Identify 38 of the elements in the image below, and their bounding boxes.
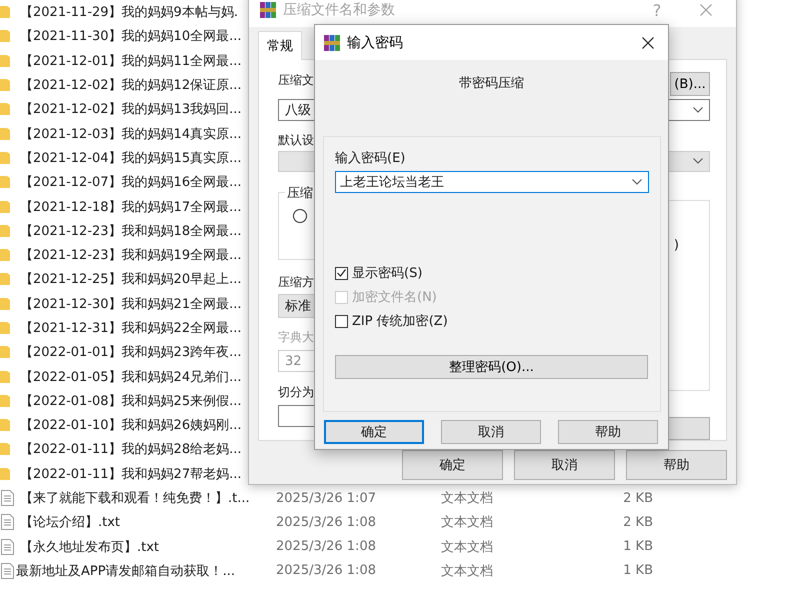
- option-label: ): [674, 238, 679, 253]
- dialog-button[interactable]: 帮助: [558, 420, 658, 444]
- field-label: 压缩方: [278, 274, 314, 291]
- field-label: 压缩文: [278, 72, 314, 89]
- field-label: 输入密码(E): [335, 150, 406, 167]
- dialog-button[interactable]: 帮助: [626, 450, 727, 480]
- field-label: 默认设: [278, 132, 314, 148]
- dialog-button[interactable]: 确定: [402, 450, 503, 480]
- password-field[interactable]: 上老王论坛当老王: [335, 171, 649, 193]
- field-label: 切分为: [278, 384, 314, 401]
- dialog-button[interactable]: 取消: [514, 450, 615, 480]
- dialog-button[interactable]: 确定: [324, 420, 424, 444]
- window-title: 压缩文件名和参数: [283, 1, 395, 19]
- dialog-button[interactable]: 取消: [441, 420, 541, 444]
- tab[interactable]: 常规: [258, 31, 302, 60]
- modified-date: 2025/3/26 1:08: [276, 539, 377, 554]
- file-size: 2 KB: [622, 514, 653, 530]
- organize-passwords-button[interactable]: 整理密码(O)...: [335, 355, 648, 379]
- checkbox-label[interactable]: 显示密码(S): [352, 264, 422, 282]
- file-name[interactable]: 【论坛介绍】.txt: [20, 513, 276, 532]
- file-type: 文本文档: [441, 514, 494, 532]
- window-title: 输入密码: [347, 34, 403, 52]
- file-size: 1 KB: [622, 539, 653, 554]
- file-name[interactable]: 【永久地址发布页】.txt: [20, 538, 276, 556]
- dialog-heading: 带密码压缩: [458, 75, 525, 93]
- browse-button[interactable]: (B)...: [670, 72, 710, 96]
- checkbox-label[interactable]: ZIP 传统加密(Z): [352, 312, 448, 330]
- file-size: 2 KB: [622, 490, 653, 506]
- field-label: 字典大: [278, 329, 314, 346]
- file-type: 文本文档: [441, 490, 494, 508]
- modified-date: 2025/3/26 1:07: [276, 490, 377, 506]
- modified-date: 2025/3/26 1:08: [276, 514, 377, 530]
- file-type: 文本文档: [441, 538, 494, 556]
- modified-date: 2025/3/26 1:08: [276, 563, 377, 578]
- file-type: 文本文档: [441, 562, 494, 580]
- file-size: 1 KB: [622, 563, 653, 578]
- file-name[interactable]: 【来了就能下载和观看！纯免费！】.t...: [20, 489, 276, 508]
- file-name[interactable]: 最新地址及APP请发邮箱自动获取！...: [16, 562, 276, 580]
